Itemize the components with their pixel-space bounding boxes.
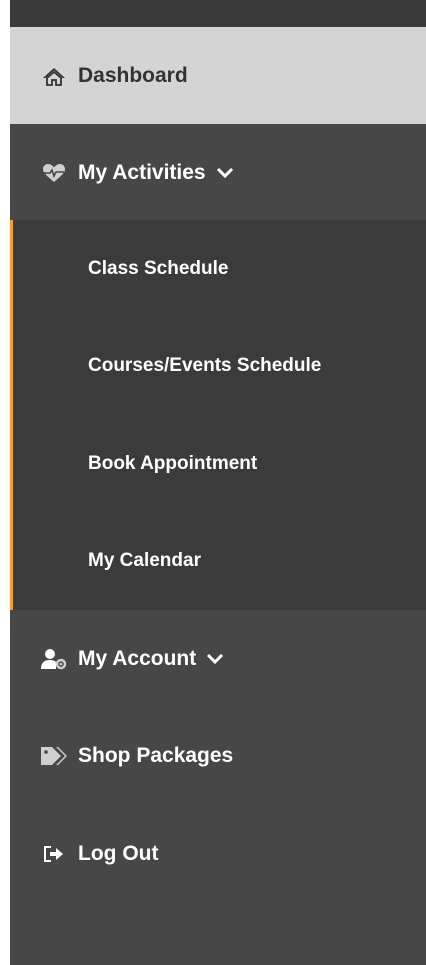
chevron-down-icon: [206, 649, 226, 669]
nav-item-log-out[interactable]: Log Out: [10, 805, 426, 902]
user-cog-icon: [40, 647, 68, 671]
submenu-item-courses-events-schedule[interactable]: Courses/Events Schedule: [13, 317, 426, 414]
nav-item-my-activities[interactable]: My Activities: [10, 124, 426, 221]
submenu-item-class-schedule[interactable]: Class Schedule: [13, 220, 426, 317]
submenu-item-label: Class Schedule: [88, 257, 229, 279]
submenu-item-label: Courses/Events Schedule: [88, 354, 322, 376]
tags-icon: [40, 744, 68, 768]
nav-item-label: Shop Packages: [78, 743, 234, 767]
sidebar-nav: Dashboard My Activities Class Schedule C…: [10, 0, 426, 965]
nav-item-label: Log Out: [78, 841, 159, 865]
nav-item-dashboard[interactable]: Dashboard: [10, 27, 426, 124]
nav-item-label: My Account: [78, 646, 197, 670]
submenu-item-book-appointment[interactable]: Book Appointment: [13, 415, 426, 512]
submenu-item-my-calendar[interactable]: My Calendar: [13, 512, 426, 609]
activities-submenu: Class Schedule Courses/Events Schedule B…: [10, 220, 426, 610]
nav-item-my-account[interactable]: My Account: [10, 610, 426, 707]
submenu-item-label: Book Appointment: [88, 452, 258, 474]
heartbeat-icon: [40, 161, 68, 185]
home-icon: [40, 64, 68, 88]
sidebar-top-strip: [10, 0, 426, 27]
submenu-item-label: My Calendar: [88, 549, 201, 571]
sign-out-icon: [40, 842, 68, 866]
nav-item-label: Dashboard: [78, 63, 188, 87]
chevron-down-icon: [216, 163, 236, 183]
nav-item-shop-packages[interactable]: Shop Packages: [10, 707, 426, 804]
nav-item-label: My Activities: [78, 160, 206, 184]
